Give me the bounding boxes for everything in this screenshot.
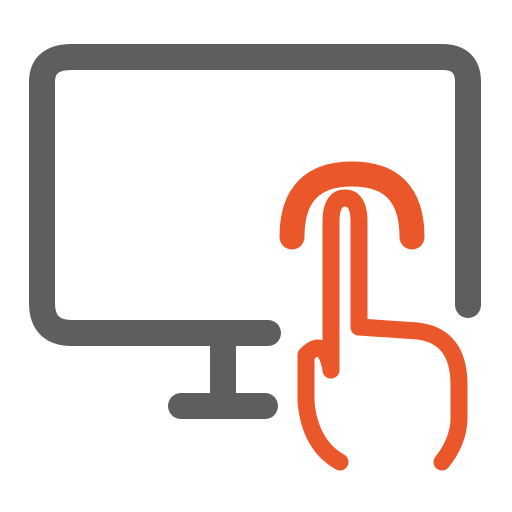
hand-finger: [322, 189, 368, 379]
pointing-hand-icon: [279, 161, 468, 471]
touchscreen-monitor-icon: [29, 44, 481, 471]
icon-canvas: [0, 0, 512, 512]
hand-thumb: [297, 339, 349, 471]
hand-palm: [350, 318, 468, 471]
